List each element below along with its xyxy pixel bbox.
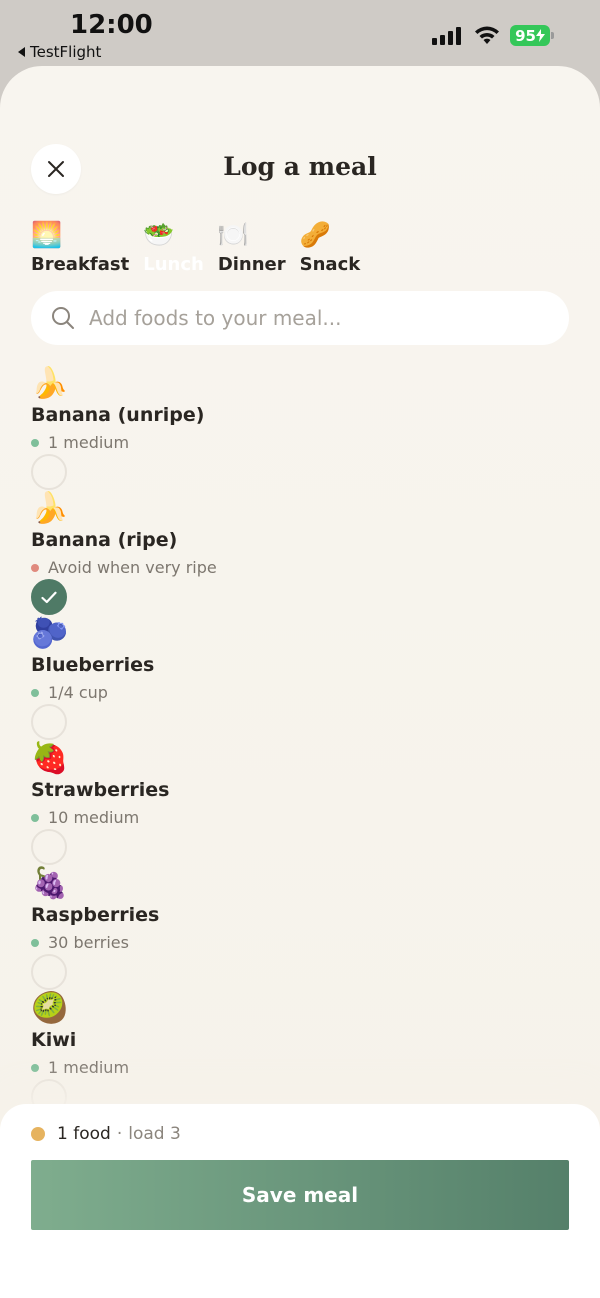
food-name: Banana (unripe) (31, 404, 205, 426)
food-name: Blueberries (31, 654, 155, 676)
battery-cap (551, 32, 554, 39)
battery-indicator: 95 (510, 25, 550, 46)
save-meal-button[interactable]: Save meal (31, 1160, 569, 1230)
select-food-checkbox[interactable] (31, 579, 67, 615)
search-input[interactable] (89, 306, 529, 330)
serving-text: 1 medium (48, 1058, 130, 1077)
wifi-icon (475, 26, 499, 44)
food-serving: 1 medium (31, 433, 129, 452)
tab-label: Snack (299, 254, 361, 275)
dinner-icon: 🍽️ (217, 220, 249, 249)
charging-bolt-icon (535, 29, 545, 42)
page-title: Log a meal (223, 152, 377, 181)
food-count: 1 food (57, 1124, 111, 1144)
select-food-checkbox[interactable] (31, 454, 67, 490)
tab-snack[interactable]: 🥜 Snack (300, 218, 361, 275)
breakfast-icon: 🌅 (31, 220, 63, 249)
status-bar: 12:00 TestFlight 95 (0, 0, 600, 66)
food-serving: 10 medium (31, 808, 139, 827)
meal-type-tabs: 🌅 Breakfast 🥗 Lunch 🍽️ Dinner 🥜 Snack (31, 218, 374, 275)
meal-summary-panel: 1 food · load 3 Save meal (0, 1104, 600, 1298)
status-dot (31, 1063, 39, 1072)
status-dot (31, 813, 39, 822)
serving-text: 1 medium (48, 433, 130, 452)
food-list: 🍌 Banana (unripe) 1 medium 🍌 Banana (ripe) Av… (31, 366, 569, 1116)
serving-text: 10 medium (48, 808, 140, 827)
load-indicator-dot (31, 1127, 45, 1141)
food-serving: 30 berries (31, 933, 129, 952)
serving-text: 30 berries (48, 933, 129, 952)
food-list-item: 🍌 Banana (ripe) Avoid when very ripe (31, 491, 569, 616)
food-serving: 1 medium (31, 1058, 129, 1077)
status-dot (31, 938, 39, 947)
food-serving: 1/4 cup (31, 683, 108, 702)
food-name: Raspberries (31, 904, 160, 926)
summary-separator: · (116, 1124, 123, 1144)
search-bar[interactable] (31, 291, 569, 345)
tab-label: Breakfast (31, 254, 130, 275)
food-serving: Avoid when very ripe (31, 558, 217, 577)
food-list-item: 🫐 Blueberries 1/4 cup (31, 616, 569, 741)
food-list-item: 🍇 Raspberries 30 berries (31, 866, 569, 991)
tab-lunch[interactable]: 🥗 Lunch (143, 218, 204, 275)
tab-breakfast[interactable]: 🌅 Breakfast (31, 218, 129, 275)
status-dot (31, 563, 39, 572)
select-food-checkbox[interactable] (31, 704, 67, 740)
food-icon: 🍇 (31, 866, 69, 901)
tab-label: Lunch (143, 254, 204, 275)
food-icon: 🍌 (31, 491, 69, 526)
tab-dinner[interactable]: 🍽️ Dinner (218, 218, 286, 275)
select-food-checkbox[interactable] (31, 829, 67, 865)
food-list-item: 🍌 Banana (unripe) 1 medium (31, 366, 569, 491)
meal-summary: 1 food · load 3 (31, 1124, 181, 1144)
cellular-signal-icon (432, 27, 461, 45)
lunch-icon: 🥗 (143, 220, 175, 249)
food-icon: 🍓 (31, 741, 69, 776)
serving-text: 1/4 cup (48, 683, 108, 702)
back-to-app-link[interactable]: TestFlight (18, 43, 101, 61)
load-value: load 3 (128, 1124, 181, 1144)
select-food-checkbox[interactable] (31, 954, 67, 990)
food-name: Banana (ripe) (31, 529, 178, 551)
food-icon: 🥝 (31, 991, 69, 1026)
battery-level: 95 (515, 26, 536, 45)
food-icon: 🍌 (31, 366, 69, 401)
search-icon (52, 307, 74, 329)
tab-label: Dinner (217, 254, 286, 275)
back-app-label: TestFlight (30, 43, 102, 61)
food-list-item: 🍓 Strawberries 10 medium (31, 741, 569, 866)
food-icon: 🫐 (31, 616, 69, 651)
food-name: Strawberries (31, 779, 170, 801)
back-arrow-icon (18, 47, 25, 57)
status-time: 12:00 (70, 10, 153, 40)
snack-icon: 🥜 (299, 220, 331, 249)
status-dot (31, 438, 39, 447)
serving-text: Avoid when very ripe (48, 558, 217, 577)
checkmark-icon (41, 591, 57, 603)
status-dot (31, 688, 39, 697)
food-list-item: 🥝 Kiwi 1 medium (31, 991, 569, 1116)
food-name: Kiwi (31, 1029, 77, 1051)
